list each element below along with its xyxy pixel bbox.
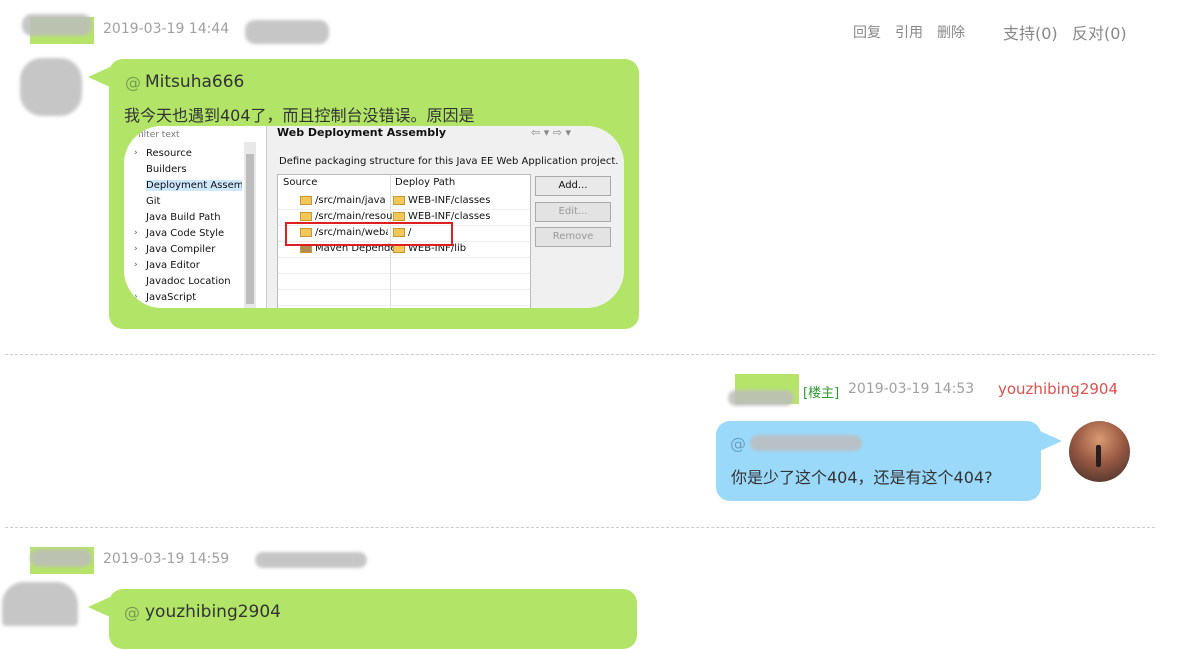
comment-divider — [5, 354, 1155, 355]
panel-title: Web Deployment Assembly — [277, 126, 447, 139]
comment-timestamp: 2019-03-19 14:44 — [103, 21, 230, 37]
redacted-reply-to — [750, 435, 862, 451]
support-button[interactable]: 支持(0) — [1003, 20, 1058, 44]
redacted-text — [255, 552, 367, 568]
delete-link[interactable]: 删除 — [937, 22, 965, 42]
table-row: /src/main/java WEB-INF/classes — [278, 193, 530, 210]
bubble-arrow — [88, 597, 110, 617]
deployment-panel: Web Deployment Assembly ⇦ ▾ ⇨ ▾ Define p… — [266, 126, 624, 308]
tree-item: Git — [146, 196, 161, 207]
oppose-button[interactable]: 反对(0) — [1072, 20, 1127, 44]
remove-button: Remove — [535, 227, 611, 247]
tree-item: Java Build Path — [146, 212, 221, 223]
tree-item: Builders — [146, 164, 187, 175]
at-symbol: @ — [730, 434, 746, 453]
comment-bubble: @ 你是少了这个404，还是有这个404? — [716, 421, 1041, 501]
embedded-screenshot: filter text › Resource Builders Deployme… — [124, 126, 624, 308]
tree-item: Resource — [146, 148, 192, 159]
avatar[interactable] — [2, 582, 78, 626]
comment-bubble: @ Mitsuha666 我今天也遇到404了，而且控制台没错误。原因是 fil… — [109, 59, 639, 329]
avatar[interactable] — [20, 58, 82, 116]
at-symbol: @ — [125, 73, 141, 92]
comment-timestamp: 2019-03-19 14:59 — [103, 551, 230, 567]
reply-to-user[interactable]: youzhibing2904 — [145, 602, 281, 622]
reply-link[interactable]: 回复 — [853, 22, 881, 42]
column-source: Source — [283, 177, 318, 188]
tree-item: Java Editor — [146, 260, 200, 271]
comment-timestamp: 2019-03-19 14:53 — [848, 381, 975, 397]
redacted-username — [22, 14, 92, 36]
owner-tag: [楼主] — [803, 386, 840, 401]
tree-item-selected: Deployment Assembly — [146, 180, 242, 191]
filter-field: filter text — [138, 130, 180, 140]
redacted-username — [728, 390, 794, 406]
redacted-text — [245, 20, 329, 44]
author-name[interactable]: youzhibing2904 — [998, 380, 1118, 398]
redacted-username — [30, 549, 92, 567]
tree-item: JavaScript — [146, 292, 197, 303]
edit-button: Edit... — [535, 202, 611, 222]
avatar[interactable] — [1069, 421, 1130, 482]
add-button: Add... — [535, 176, 611, 196]
quote-link[interactable]: 引用 — [895, 22, 923, 42]
preferences-tree: filter text › Resource Builders Deployme… — [124, 126, 258, 308]
column-deploy: Deploy Path — [395, 177, 456, 188]
bubble-arrow — [88, 67, 110, 87]
tree-item: Javadoc Location — [146, 276, 231, 287]
highlight-box — [285, 222, 453, 246]
bubble-arrow — [1040, 431, 1062, 451]
comment-text: 你是少了这个404，还是有这个404? — [731, 468, 993, 487]
tree-item: Java Compiler — [146, 244, 216, 255]
panel-description: Define packaging structure for this Java… — [279, 156, 619, 167]
at-symbol: @ — [124, 603, 140, 622]
comment-divider — [5, 527, 1155, 528]
tree-scrollbar — [244, 142, 256, 308]
tree-item: Java Code Style — [146, 228, 225, 239]
nav-arrows-icon: ⇦ ▾ ⇨ ▾ — [531, 126, 571, 139]
comment-bubble: @ youzhibing2904 — [109, 589, 637, 649]
comment-text: 我今天也遇到404了，而且控制台没错误。原因是 — [124, 106, 475, 125]
reply-to-user[interactable]: Mitsuha666 — [145, 72, 244, 92]
